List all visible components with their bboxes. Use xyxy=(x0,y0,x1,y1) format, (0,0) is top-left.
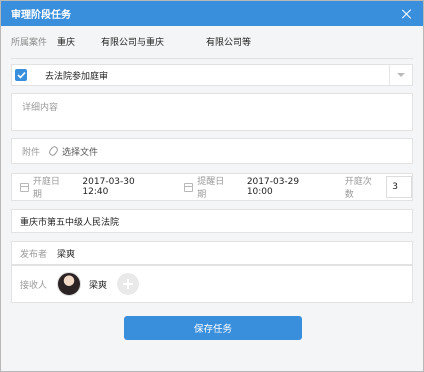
attachment-row: 附件 选择文件 xyxy=(11,138,413,164)
check-icon xyxy=(16,71,26,79)
close-icon[interactable] xyxy=(401,8,413,20)
start-date-field[interactable]: 2017-03-30 12:40 xyxy=(82,177,162,197)
task-checkbox[interactable] xyxy=(15,69,27,81)
receiver-row: 接收人 梁爽 xyxy=(11,265,413,303)
divider xyxy=(11,58,413,59)
count-input[interactable]: 3 xyxy=(386,176,413,198)
receiver-label: 接收人 xyxy=(20,280,48,291)
case-part-1: 重庆 xyxy=(57,37,76,48)
chevron-down-icon xyxy=(397,73,405,77)
paperclip-icon xyxy=(47,144,60,158)
court-field[interactable]: 重庆市第五中级人民法院 xyxy=(11,209,413,233)
case-label: 所属案件 xyxy=(11,37,48,48)
remind-date-label: 提醒日期 xyxy=(197,177,225,200)
publisher-value: 梁爽 xyxy=(57,249,76,260)
save-button[interactable]: 保存任务 xyxy=(124,316,302,340)
court-value: 重庆市第五中级人民法院 xyxy=(20,217,120,228)
remind-date-field[interactable]: 2017-03-29 10:00 xyxy=(247,177,327,197)
dialog-title: 审理阶段任务 xyxy=(11,10,71,21)
choose-file-link[interactable]: 选择文件 xyxy=(62,145,98,158)
task-title[interactable]: 去法院参加庭审 xyxy=(45,69,108,82)
task-dropdown-button[interactable] xyxy=(389,65,412,85)
case-part-2: 有限公司与重庆 xyxy=(101,37,165,48)
schedule-row: 开庭日期 2017-03-30 12:40 提醒日期 2017-03-29 10… xyxy=(11,173,413,201)
calendar-icon xyxy=(184,182,194,192)
task-title-row: 去法院参加庭审 xyxy=(11,64,413,86)
case-part-3: 有限公司等 xyxy=(206,37,252,48)
details-textarea[interactable]: 详细内容 xyxy=(11,93,413,131)
case-row: 所属案件 重庆 有限公司与重庆 有限公司等 xyxy=(11,31,413,51)
details-placeholder: 详细内容 xyxy=(22,103,59,113)
dialog-header: 审理阶段任务 xyxy=(1,1,423,26)
publisher-row: 发布者 梁爽 xyxy=(11,241,413,265)
receiver-name: 梁爽 xyxy=(89,280,108,291)
attachment-label: 附件 xyxy=(22,147,41,158)
task-dialog: 审理阶段任务 所属案件 重庆 有限公司与重庆 有限公司等 去法院参加庭审 详细内… xyxy=(0,0,424,372)
calendar-icon xyxy=(20,182,29,192)
add-receiver-button[interactable] xyxy=(117,273,140,295)
avatar xyxy=(57,272,82,296)
start-date-label: 开庭日期 xyxy=(32,177,60,200)
publisher-label: 发布者 xyxy=(20,249,48,260)
count-label: 开庭次数 xyxy=(344,177,372,200)
